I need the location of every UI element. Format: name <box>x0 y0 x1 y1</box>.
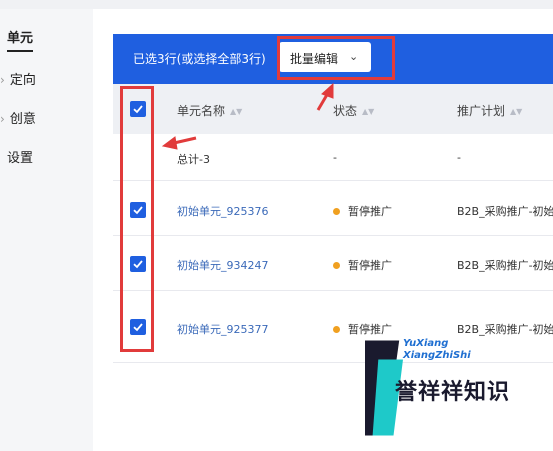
unit-name-link[interactable]: 初始单元_925376 <box>177 203 269 219</box>
table-row[interactable]: 初始单元_925376 暂停推广 B2B_采购推广-初始 <box>113 181 553 236</box>
check-icon <box>133 105 143 114</box>
sidebar-item-label: 单元 <box>7 31 34 46</box>
sidebar-item-label: 定向 <box>9 73 36 88</box>
check-icon <box>133 260 143 269</box>
row-checkbox[interactable] <box>130 202 146 218</box>
summary-row: 总计-3 - - <box>113 134 553 181</box>
sidebar: 单元 › 定向 › 创意 设置 <box>0 9 93 451</box>
status-label: 暂停推广 <box>348 205 392 218</box>
unit-name-link[interactable]: 初始单元_934247 <box>177 257 269 273</box>
column-header-label: 单元名称 <box>177 104 226 118</box>
sort-icon[interactable]: ▲▼ <box>230 107 242 116</box>
sidebar-item-targeting[interactable]: › 定向 <box>0 72 36 89</box>
sidebar-item-settings[interactable]: 设置 <box>7 151 33 167</box>
batch-edit-label: 批量编辑 <box>290 52 339 66</box>
selection-count-text: 已选3行(或选择全部3行) <box>133 52 266 66</box>
table-row[interactable]: 初始单元_925377 暂停推广 B2B_采购推广-初始 <box>113 291 553 363</box>
check-icon <box>133 206 143 215</box>
selection-bar: 已选3行(或选择全部3行) 批量编辑 ⌄ <box>113 34 553 84</box>
chevron-right-icon: › <box>0 112 5 126</box>
check-icon <box>133 323 143 332</box>
column-header-label: 状态 <box>333 104 358 118</box>
sidebar-item-label: 创意 <box>9 112 36 127</box>
select-all-checkbox[interactable] <box>130 101 146 117</box>
sidebar-item-creative[interactable]: › 创意 <box>0 111 36 128</box>
row-checkbox[interactable] <box>130 319 146 335</box>
column-header-unit-name[interactable]: 单元名称 ▲▼ <box>177 102 242 119</box>
chevron-down-icon: ⌄ <box>349 50 359 63</box>
status-dot-icon <box>333 208 340 215</box>
status-cell: 暂停推广 <box>333 203 392 219</box>
table-row[interactable]: 初始单元_934247 暂停推广 B2B_采购推广-初始 <box>113 236 553 291</box>
batch-edit-button[interactable]: 批量编辑 ⌄ <box>279 42 371 72</box>
plan-cell[interactable]: B2B_采购推广-初始 <box>457 321 553 337</box>
status-dot-icon <box>333 326 340 333</box>
sort-icon[interactable]: ▲▼ <box>510 107 522 116</box>
status-cell: 暂停推广 <box>333 321 392 337</box>
sidebar-item-unit[interactable]: 单元 <box>7 31 34 52</box>
summary-status: - <box>333 151 337 164</box>
plan-cell[interactable]: B2B_采购推广-初始 <box>457 203 553 219</box>
summary-name: 总计-3 <box>177 153 210 166</box>
status-dot-icon <box>333 262 340 269</box>
status-cell: 暂停推广 <box>333 257 392 273</box>
row-checkbox[interactable] <box>130 256 146 272</box>
table-header: 单元名称 ▲▼ 状态 ▲▼ 推广计划 ▲▼ <box>113 84 553 134</box>
column-header-plan[interactable]: 推广计划 ▲▼ <box>457 102 522 119</box>
summary-plan: - <box>457 151 461 164</box>
top-strip <box>0 0 553 9</box>
main-panel: 已选3行(或选择全部3行) 批量编辑 ⌄ 单元名称 ▲▼ 状态 ▲▼ 推广计划 ▲▼ … <box>113 9 553 451</box>
sort-icon[interactable]: ▲▼ <box>362 107 374 116</box>
unit-name-link[interactable]: 初始单元_925377 <box>177 321 269 337</box>
plan-cell[interactable]: B2B_采购推广-初始 <box>457 257 553 273</box>
chevron-right-icon: › <box>0 73 5 87</box>
column-header-status[interactable]: 状态 ▲▼ <box>333 102 374 119</box>
sidebar-item-label: 设置 <box>7 151 34 166</box>
status-label: 暂停推广 <box>348 323 392 336</box>
status-label: 暂停推广 <box>348 259 392 272</box>
column-header-label: 推广计划 <box>457 104 506 118</box>
